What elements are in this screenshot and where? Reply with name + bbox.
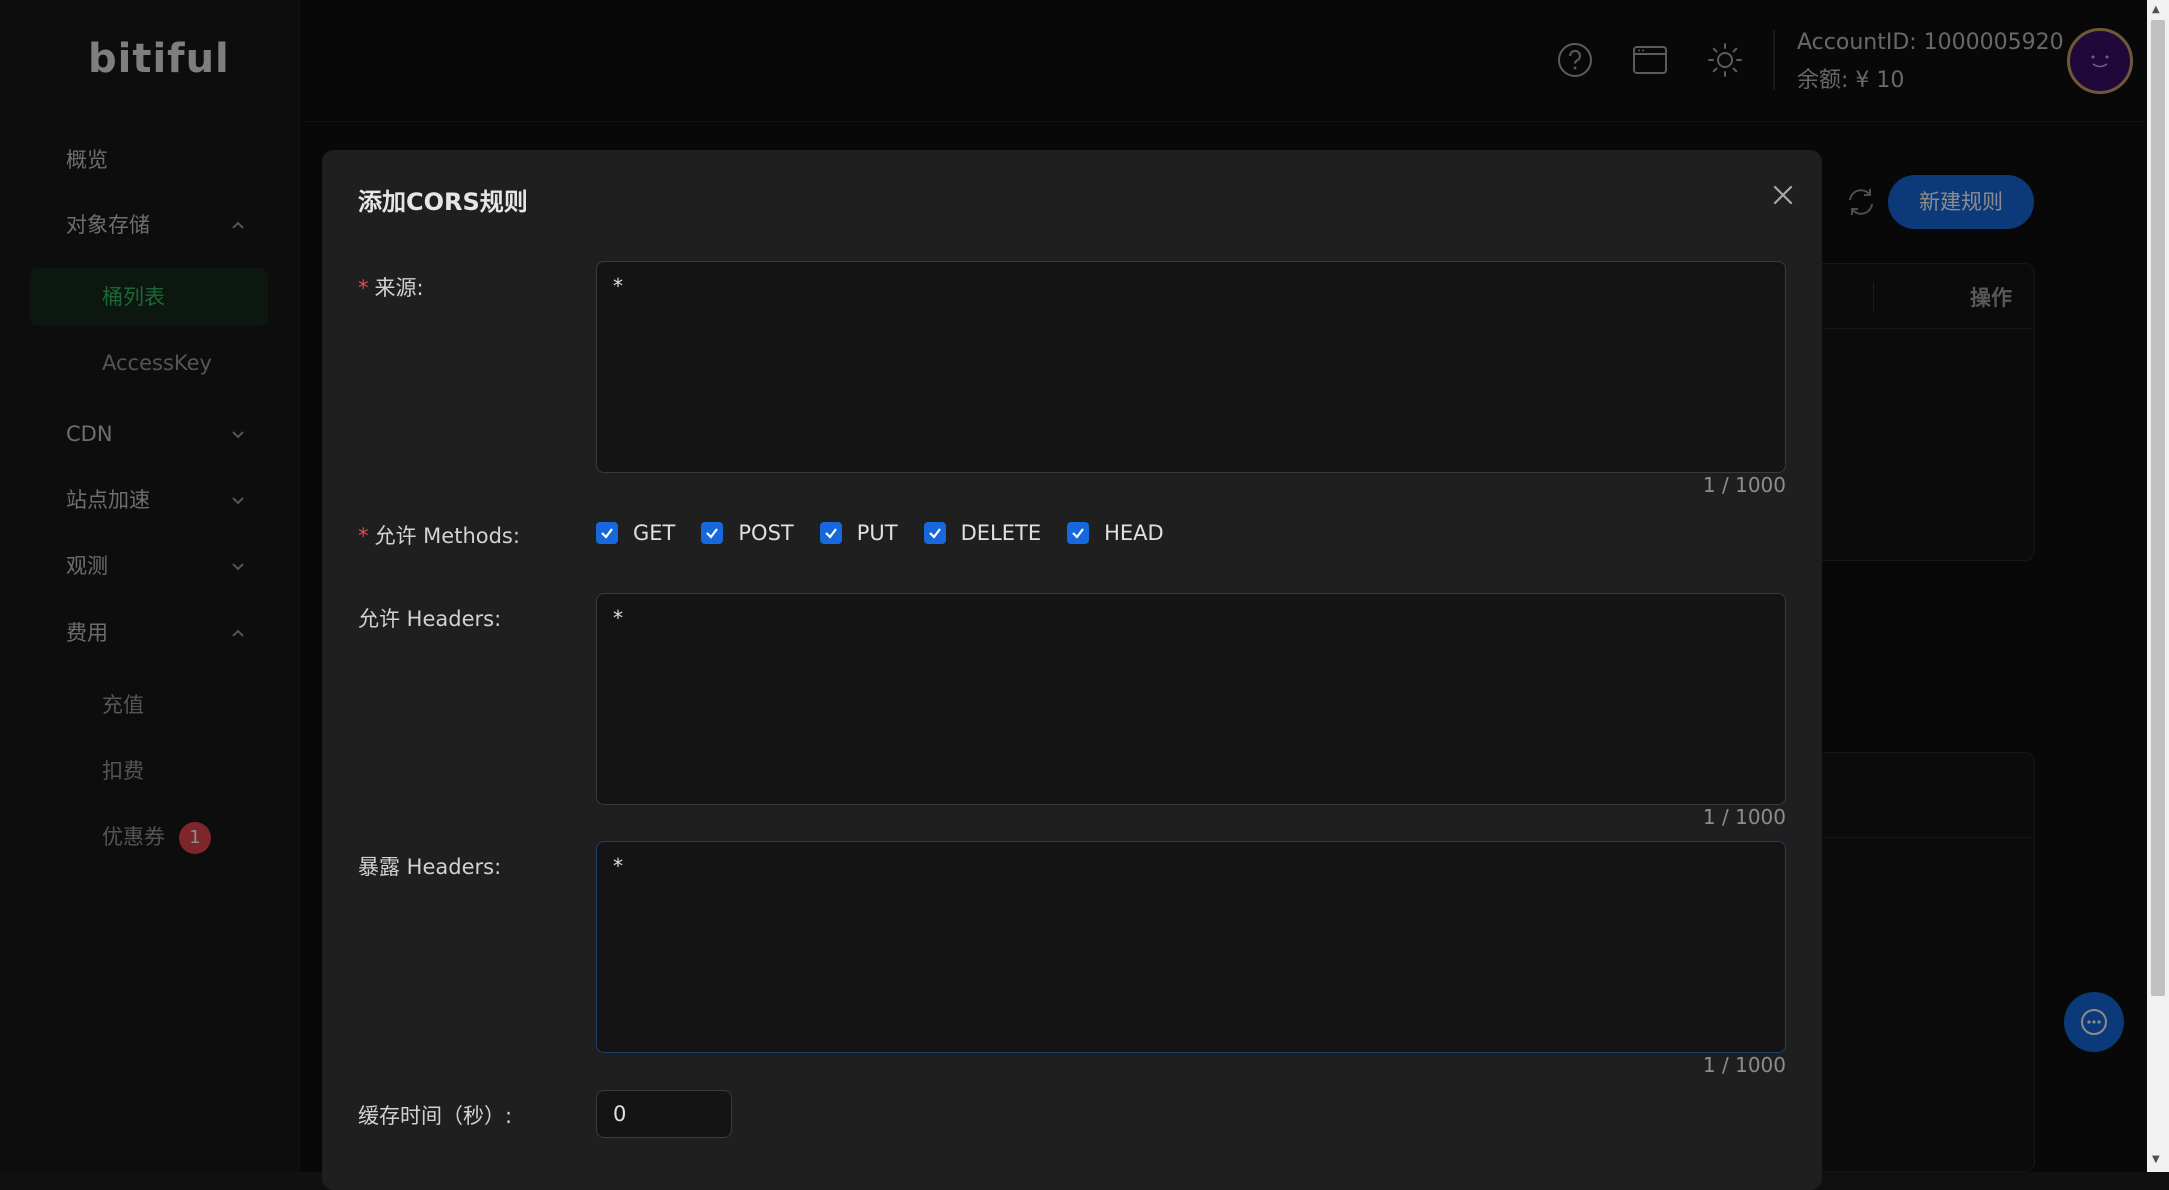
checkmark-icon [701, 522, 724, 544]
scrollbar-thumb[interactable] [2151, 20, 2165, 996]
methods-checkbox-group: GET POST PUT DELETE HEAD [596, 518, 1190, 548]
origin-textarea[interactable] [596, 261, 1786, 473]
method-head-checkbox[interactable]: HEAD [1067, 521, 1164, 545]
method-delete-checkbox[interactable]: DELETE [923, 521, 1041, 545]
required-mark: * [358, 276, 369, 300]
close-icon[interactable] [1766, 178, 1800, 212]
cache-time-input[interactable] [596, 1090, 732, 1138]
expose-headers-textarea[interactable] [596, 841, 1786, 1053]
checkmark-icon [596, 522, 618, 544]
allow-headers-char-counter: 1 / 1000 [1702, 805, 1786, 829]
cache-time-label: 缓存时间（秒）: [358, 1104, 513, 1128]
allow-headers-label: 允许 Headers: [358, 607, 502, 631]
expose-headers-label: 暴露 Headers: [358, 855, 502, 879]
dialog-title: 添加CORS规则 [358, 188, 528, 216]
checkmark-icon [819, 522, 842, 544]
methods-label: * 允许 Methods: [358, 524, 520, 548]
scroll-down-arrow-icon[interactable]: ▼ [2152, 1154, 2160, 1165]
checkmark-icon [923, 522, 946, 544]
method-put-checkbox[interactable]: PUT [819, 521, 898, 545]
scroll-up-arrow-icon[interactable]: ▲ [2152, 4, 2160, 15]
origin-label: * 来源: [358, 276, 424, 300]
add-cors-rule-dialog: 添加CORS规则 *来源: 1 / 1000 *允许 Methods: GET … [322, 150, 1822, 1190]
checkmark-icon [1067, 522, 1090, 544]
page-scrollbar[interactable]: ▲ ▼ [2147, 0, 2169, 1172]
allow-headers-textarea[interactable] [596, 593, 1786, 805]
method-post-checkbox[interactable]: POST [701, 521, 794, 545]
expose-headers-char-counter: 1 / 1000 [1702, 1053, 1786, 1077]
required-mark: * [358, 524, 369, 548]
origin-char-counter: 1 / 1000 [1702, 473, 1786, 497]
method-get-checkbox[interactable]: GET [596, 521, 675, 545]
